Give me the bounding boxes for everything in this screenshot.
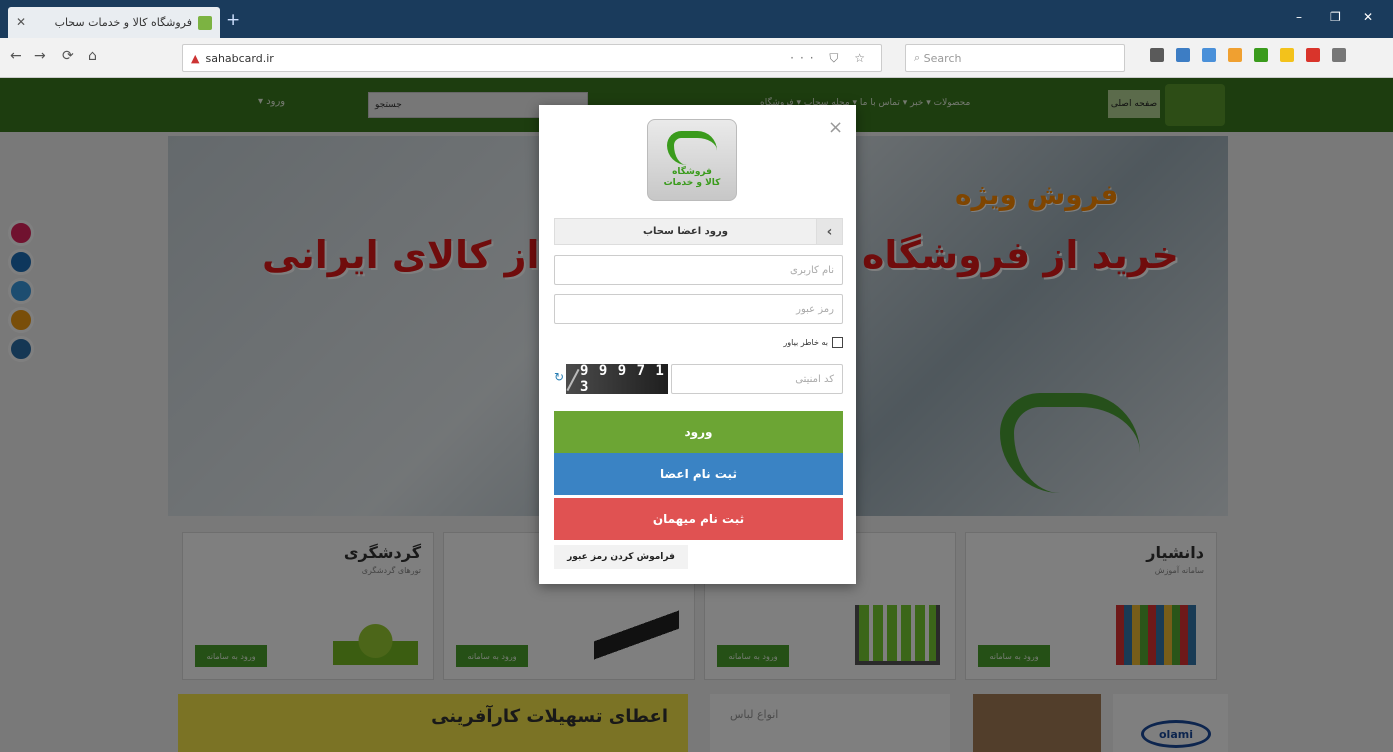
- favicon-icon: [198, 15, 212, 30]
- toolbar-icons: [1150, 48, 1346, 62]
- search-icon: ⌕: [914, 51, 924, 64]
- toolbar-extension-icon[interactable]: [1202, 48, 1216, 62]
- toolbar-extension-icon[interactable]: [1176, 48, 1190, 62]
- search-placeholder: Search: [923, 51, 962, 65]
- remember-me[interactable]: به خاطر بیاور: [699, 335, 843, 349]
- captcha-image: 9 9 9 7 1 3: [566, 363, 668, 395]
- captcha-noise-line: [566, 368, 580, 392]
- restore-icon[interactable]: ❐: [1330, 10, 1341, 24]
- login-modal: × فروشگاه کالا و خدمات ورود اعضا سحاب ‹ …: [539, 105, 856, 584]
- tab-title: فروشگاه کالا و خدمات سحاب: [54, 16, 192, 29]
- logo-line-2: کالا و خدمات: [663, 178, 721, 188]
- remember-me-label: به خاطر بیاور: [783, 337, 828, 347]
- back-icon[interactable]: ←: [10, 48, 22, 64]
- page-actions[interactable]: ··· ⛉ ☆: [790, 51, 871, 66]
- captcha-refresh-icon[interactable]: ↻: [554, 370, 564, 384]
- chevron-left-icon[interactable]: ‹: [816, 219, 842, 244]
- password-field[interactable]: [554, 294, 843, 324]
- browser-nav-bar: ← → ⟳ ⌂ ▲ sahabcard.ir ··· ⛉ ☆ ⌕ Search: [0, 38, 1393, 78]
- address-bar[interactable]: ▲ sahabcard.ir ··· ⛉ ☆: [182, 44, 882, 72]
- login-header: ورود اعضا سحاب ‹: [554, 218, 843, 245]
- forgot-password-link[interactable]: فراموش کردن رمز عبور: [554, 545, 688, 569]
- insecure-lock-icon: ▲: [191, 51, 200, 65]
- toolbar-extension-icon[interactable]: [1332, 48, 1346, 62]
- username-field[interactable]: [554, 255, 843, 285]
- browser-tab-bar: فروشگاه کالا و خدمات سحاب ✕ + – ❐ ✕: [0, 0, 1393, 38]
- url-text: sahabcard.ir: [205, 51, 274, 65]
- new-tab-button[interactable]: +: [226, 10, 240, 30]
- modal-close-icon[interactable]: ×: [828, 119, 843, 137]
- toolbar-extension-icon[interactable]: [1150, 48, 1164, 62]
- tab-close-icon[interactable]: ✕: [16, 15, 26, 29]
- toolbar-extension-icon[interactable]: [1306, 48, 1320, 62]
- home-icon[interactable]: ⌂: [88, 48, 97, 64]
- logo-line-1: فروشگاه: [672, 167, 712, 177]
- security-code-field[interactable]: [671, 364, 843, 394]
- register-guest-button[interactable]: ثبت نام میهمان: [554, 498, 843, 540]
- remember-me-checkbox[interactable]: [832, 336, 843, 348]
- minimize-icon[interactable]: –: [1296, 10, 1302, 24]
- login-button[interactable]: ورود: [554, 411, 843, 453]
- sahab-logo-mark: [667, 131, 717, 165]
- toolbar-extension-icon[interactable]: [1228, 48, 1242, 62]
- browser-tab[interactable]: فروشگاه کالا و خدمات سحاب ✕: [8, 7, 220, 38]
- toolbar-extension-icon[interactable]: [1280, 48, 1294, 62]
- forward-icon[interactable]: →: [34, 48, 46, 64]
- login-header-title: ورود اعضا سحاب: [643, 226, 728, 237]
- toolbar-extension-icon[interactable]: [1254, 48, 1268, 62]
- search-bar[interactable]: ⌕ Search: [905, 44, 1125, 72]
- reload-icon[interactable]: ⟳: [62, 48, 74, 64]
- register-member-button[interactable]: ثبت نام اعضا: [554, 453, 843, 495]
- sahab-logo: فروشگاه کالا و خدمات: [647, 119, 737, 201]
- captcha-code: 9 9 9 7 1 3: [580, 363, 665, 395]
- window-close-icon[interactable]: ✕: [1363, 10, 1373, 24]
